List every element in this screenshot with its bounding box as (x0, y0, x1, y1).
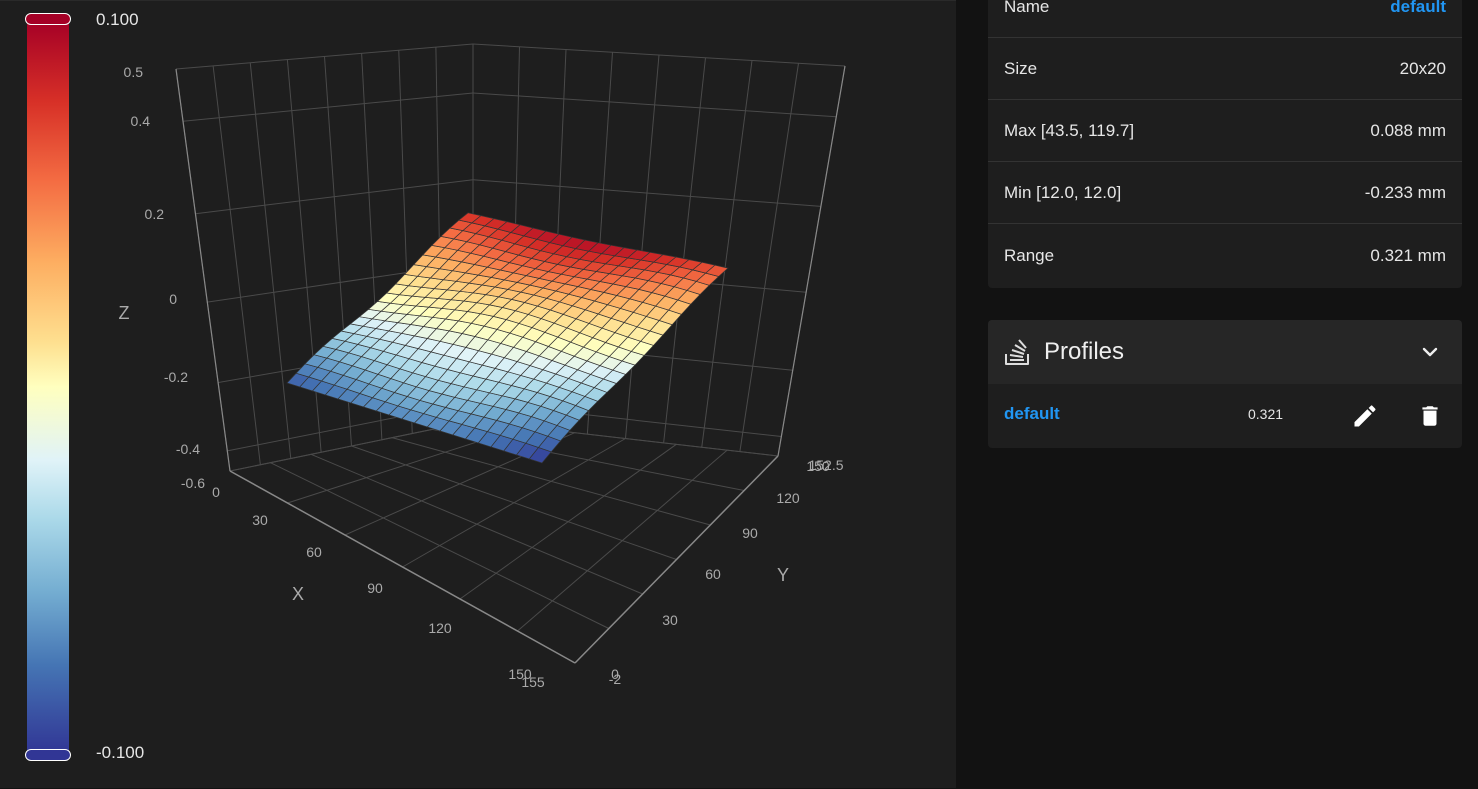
bed-mesh-3d-plot[interactable]: 0.5 0.4 0.2 0 -0.2 -0.4 -0.6 Z 0 30 60 9… (0, 1, 956, 789)
y-tick: -2 (609, 671, 622, 687)
mesh-info-row-max: Max [43.5, 119.7] 0.088 mm (988, 100, 1462, 162)
y-tick: 30 (662, 612, 678, 628)
x-tick: 155 (521, 674, 545, 690)
grid-line (625, 54, 660, 439)
mesh-info-value: 0.088 mm (1370, 120, 1446, 140)
y-tick: 90 (742, 525, 758, 541)
mesh-info-label: Max [43.5, 119.7] (1004, 120, 1135, 140)
z-tick: -0.6 (181, 475, 205, 491)
y-tick: 120 (776, 490, 800, 506)
grid-line (739, 63, 799, 452)
grid-line (249, 62, 292, 459)
grid-line (701, 60, 753, 448)
colorscale-bar (25, 13, 73, 761)
mesh-info-label: Size (1004, 58, 1038, 78)
grid-line (212, 65, 261, 465)
z-tick: -0.2 (164, 369, 188, 385)
mesh-info-value: 20x20 (1399, 58, 1446, 78)
z-tick: 0.4 (131, 113, 151, 129)
mesh-info-card: Name default Size 20x20 Max [43.5, 119.7… (988, 0, 1462, 288)
grid-line (574, 455, 779, 664)
mesh-info-label: Name (1004, 0, 1050, 16)
mesh-info-row-min: Min [12.0, 12.0] -0.233 mm (988, 162, 1462, 224)
z-tick: 0 (169, 291, 177, 307)
z-axis-title: Z (119, 303, 130, 323)
profiles-title: Profiles (1044, 338, 1125, 365)
grid-line (286, 59, 322, 453)
colorscale-min-label: -0.100 (96, 743, 145, 762)
colorscale-min-handle[interactable] (25, 749, 71, 761)
y-axis-title: Y (777, 565, 789, 585)
z-tick: -0.4 (176, 441, 200, 457)
profiles-card: Profiles default 0.321 (988, 320, 1462, 448)
x-tick: 0 (212, 484, 220, 500)
grid-line (175, 43, 474, 70)
pencil-icon[interactable] (1351, 402, 1379, 430)
mesh-sidebar: Name default Size 20x20 Max [43.5, 119.7… (956, 0, 1478, 788)
x-tick: 60 (306, 544, 322, 560)
profile-name-link[interactable]: default (1004, 404, 1060, 424)
mesh-info-value: 0.321 mm (1370, 246, 1446, 265)
grid-line (472, 92, 837, 118)
mesh-name-link[interactable]: default (1390, 0, 1446, 17)
colorscale-max-handle[interactable] (25, 13, 71, 25)
x-tick: 30 (252, 512, 268, 528)
z-tick: 0.5 (124, 64, 144, 80)
grid-line (229, 470, 576, 664)
mesh-info-row-range: Range 0.321 mm (988, 225, 1462, 287)
grid-line (777, 65, 846, 457)
trash-icon[interactable] (1417, 402, 1443, 430)
layers-icon (1005, 339, 1029, 365)
x-tick: 90 (367, 580, 383, 596)
mesh-info-row-name: Name default (988, 0, 1462, 38)
z-tick: 0.2 (145, 206, 165, 222)
mesh-info-label: Range (1004, 246, 1055, 265)
grid-line (182, 92, 474, 122)
grid-line (175, 68, 231, 472)
bed-mesh-plot-panel[interactable]: 0.5 0.4 0.2 0 -0.2 -0.4 -0.6 Z 0 30 60 9… (0, 0, 956, 788)
mesh-info-label: Min [12.0, 12.0] (1004, 182, 1122, 202)
colorscale-gradient (27, 21, 69, 753)
mesh-info-row-size: Size 20x20 (988, 38, 1462, 100)
grid-line (195, 179, 474, 215)
chevron-down-icon[interactable] (1420, 342, 1440, 362)
y-tick: 60 (705, 566, 721, 582)
x-axis-title: X (292, 584, 304, 604)
grid-line (663, 57, 706, 443)
grid-line (472, 179, 821, 207)
x-tick: 120 (428, 620, 452, 636)
profiles-header[interactable]: Profiles (988, 320, 1462, 384)
profile-range: 0.321 (1248, 406, 1284, 422)
mesh-info-value: -0.233 mm (1364, 182, 1446, 202)
y-tick: 152.5 (808, 457, 843, 473)
colorscale-max-label: 0.100 (96, 10, 139, 29)
grid-line (472, 43, 846, 67)
